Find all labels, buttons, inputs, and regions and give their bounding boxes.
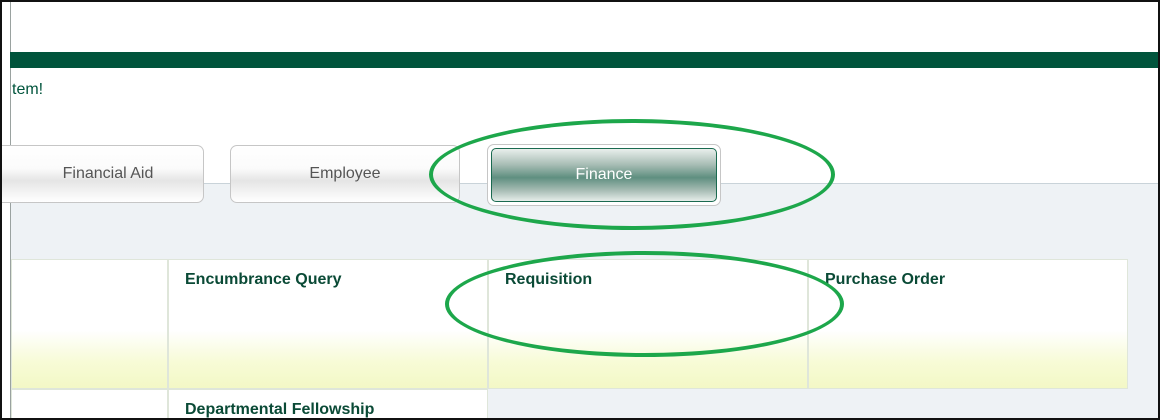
header-bar [10, 52, 1158, 68]
card-purchase-order[interactable]: Purchase Order [808, 259, 1128, 389]
card-title[interactable]: Requisition [505, 271, 592, 289]
tab-finance-container: Finance [487, 144, 721, 206]
tab-finance[interactable]: Finance [491, 148, 717, 202]
tab-employee-label: Employee [309, 165, 381, 182]
tab-financial-aid-label: Financial Aid [62, 165, 154, 182]
card-title[interactable]: Encumbrance Query [185, 271, 342, 289]
card-requisition[interactable]: Requisition [488, 259, 808, 389]
card-encumbrance-query[interactable]: Encumbrance Query [168, 259, 488, 389]
card-blank-bottom [11, 389, 168, 418]
card-title[interactable]: Purchase Order [825, 271, 945, 289]
tab-employee[interactable]: Employee [230, 145, 460, 203]
card-blank [11, 259, 168, 389]
tab-finance-label: Finance [575, 166, 633, 183]
card-title[interactable]: Departmental Fellowship [185, 401, 374, 418]
tab-financial-aid[interactable]: Financial Aid [2, 145, 204, 203]
screenshot-frame: tem! Financial Aid Employee Finance Encu… [0, 0, 1160, 420]
welcome-message: tem! [12, 81, 44, 98]
card-departmental-fellowship[interactable]: Departmental Fellowship [168, 389, 488, 418]
